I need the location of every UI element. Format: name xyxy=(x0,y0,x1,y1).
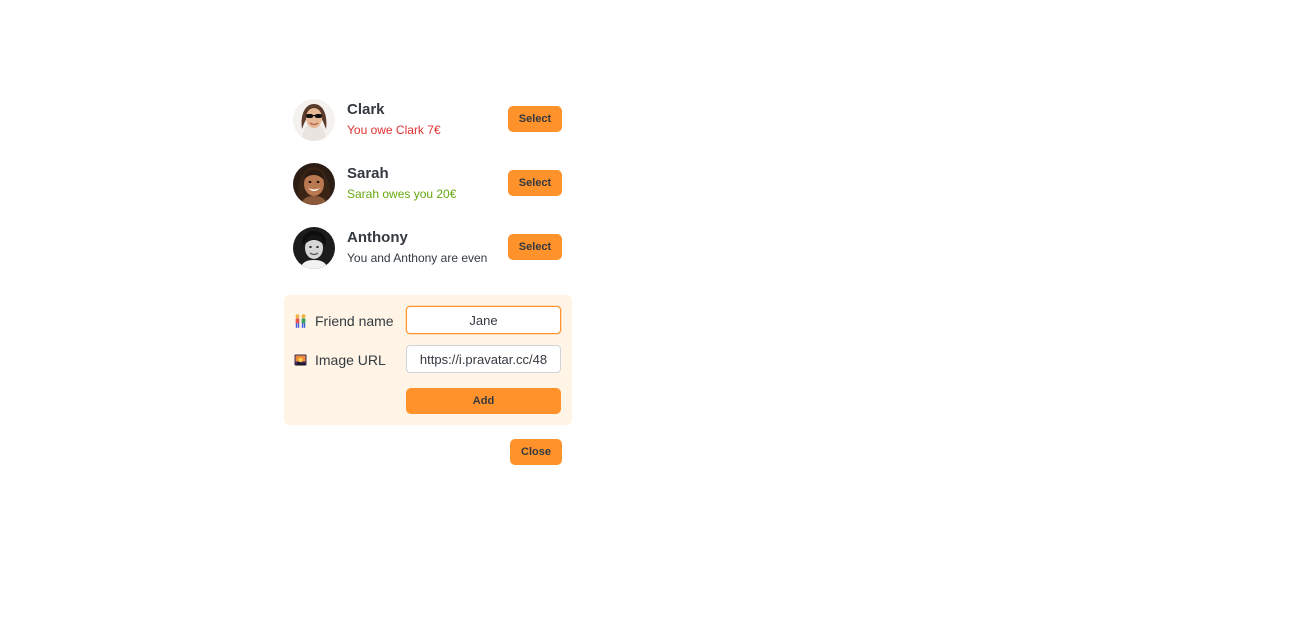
people-emoji-icon xyxy=(294,314,307,328)
man-black-white-avatar xyxy=(293,227,335,269)
add-friend-button[interactable]: Add xyxy=(406,388,561,414)
image-url-input[interactable] xyxy=(406,345,561,373)
friend-item-sarah: Sarah Sarah owes you 20€ Select xyxy=(284,152,572,216)
friend-balance-status: You and Anthony are even xyxy=(347,251,488,265)
image-url-row: Image URL xyxy=(284,345,572,373)
friend-name-row: Friend name xyxy=(284,306,572,334)
friend-name-label: Friend name xyxy=(315,313,394,329)
image-url-label: Image URL xyxy=(315,352,386,368)
smiling-woman-avatar xyxy=(293,163,335,205)
friend-name: Sarah xyxy=(347,165,389,182)
friend-item-clark: Clark You owe Clark 7€ Select xyxy=(284,88,572,152)
friend-item-anthony: Anthony You and Anthony are even Select xyxy=(284,216,572,280)
select-friend-button[interactable]: Select xyxy=(508,106,562,132)
close-form-button[interactable]: Close xyxy=(510,439,562,465)
friend-balance-status: You owe Clark 7€ xyxy=(347,123,441,137)
add-friend-form: Friend name Image URL Add xyxy=(284,295,572,425)
select-friend-button[interactable]: Select xyxy=(508,234,562,260)
friend-balance-status: Sarah owes you 20€ xyxy=(347,187,457,201)
select-friend-button[interactable]: Select xyxy=(508,170,562,196)
friend-name-input[interactable] xyxy=(406,306,561,334)
woman-with-sunglasses-avatar xyxy=(293,99,335,141)
friend-name: Clark xyxy=(347,101,385,118)
picture-emoji-icon xyxy=(294,353,307,367)
friend-name: Anthony xyxy=(347,229,408,246)
